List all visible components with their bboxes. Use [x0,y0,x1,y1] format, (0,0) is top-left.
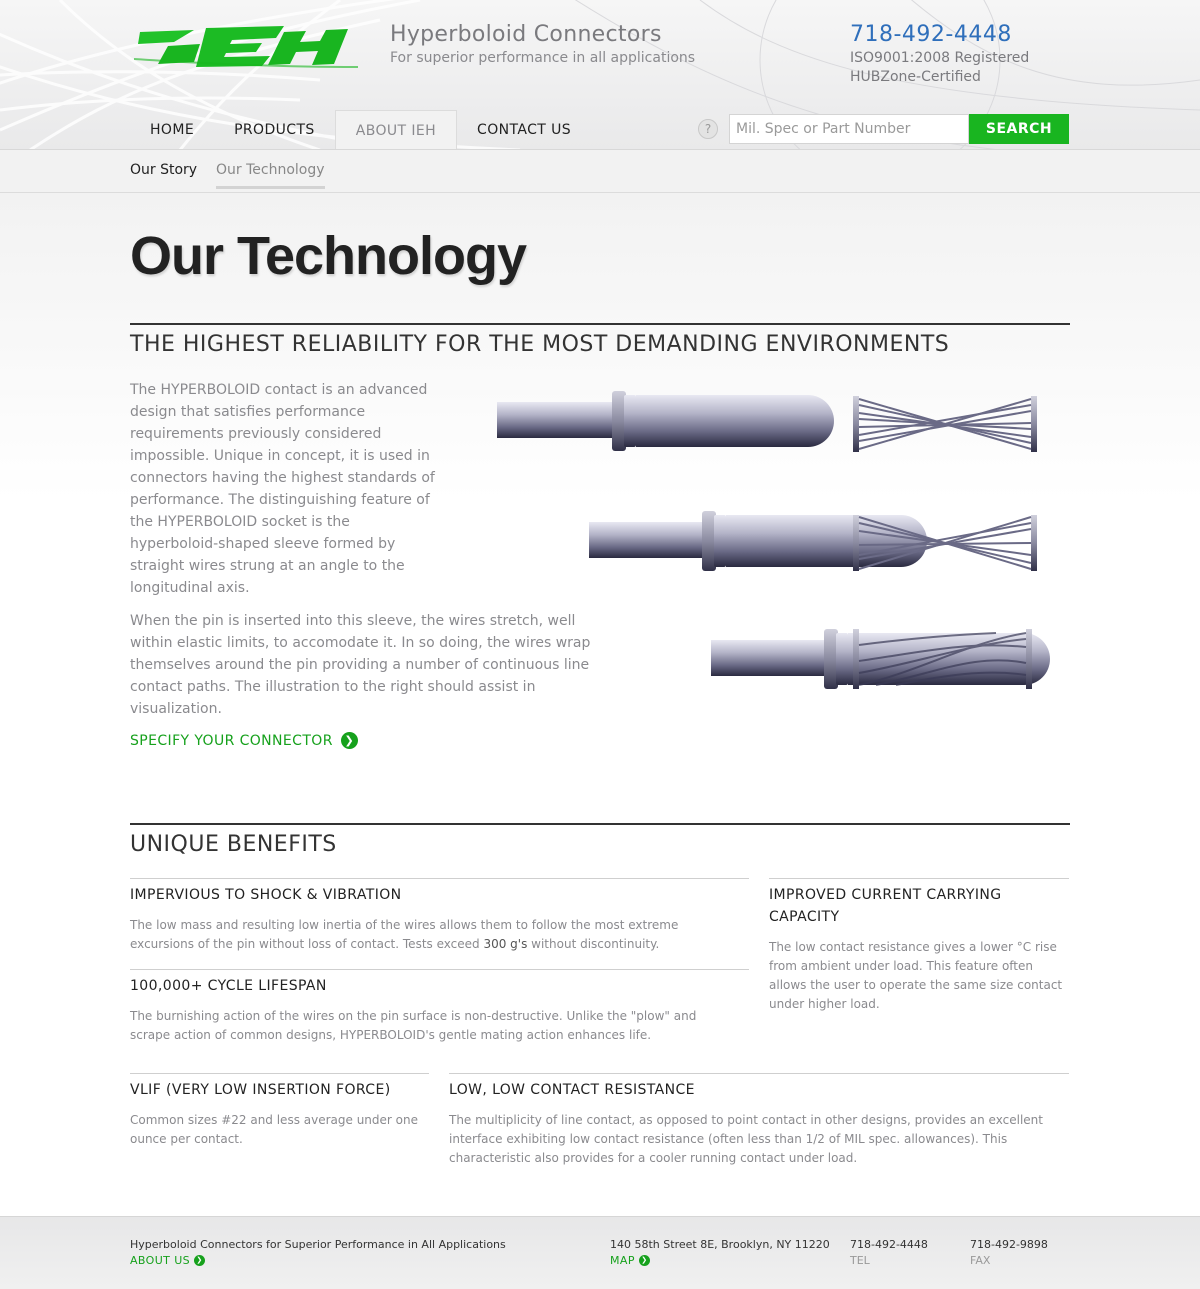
footer-tel-label: TEL [850,1254,870,1267]
footer-fax-number: 718-492-9898 [970,1238,1048,1251]
nav-about-ieh[interactable]: ABOUT IEH [334,110,458,149]
benefit-title-lifespan: 100,000+ CYCLE LIFESPAN [130,978,327,994]
benefit-divider [130,1073,429,1074]
section-divider [130,823,1070,825]
chevron-right-circle-icon: ❯ [340,732,358,749]
benefit-text-current: The low contact resistance gives a lower… [769,940,1063,1011]
header-phone[interactable]: 718-492-4448 [850,22,1012,47]
section-heading-benefits: UNIQUE BENEFITS [130,832,337,857]
benefit-divider [449,1073,1069,1074]
nav-home[interactable]: HOME [130,110,214,149]
subnav-our-story[interactable]: Our Story [130,162,197,178]
sleeve-illustration-1 [853,396,1037,452]
benefit-text-vlif: Common sizes #22 and less average under … [130,1113,418,1146]
benefit-title-resistance: LOW, LOW CONTACT RESISTANCE [449,1082,695,1098]
benefit-text-shock: The low mass and resulting low inertia o… [130,918,679,951]
benefit-title-vlif: VLIF (VERY LOW INSERTION FORCE) [130,1082,391,1098]
footer-map-label: MAP [610,1254,635,1267]
header-subtitle: For superior performance in all applicat… [390,50,696,66]
hyperboloid-contact-illustration [497,391,1050,689]
footer-map-link[interactable]: MAP ❯ [610,1254,650,1267]
ieh-logo[interactable] [134,24,358,68]
pin-illustration-3 [711,629,1050,689]
hubzone-certification: HUBZone-Certified [850,69,981,85]
benefit-text-lifespan: The burnishing action of the wires on th… [130,1009,697,1042]
site-footer: Hyperboloid Connectors for Superior Perf… [0,1216,1200,1289]
pin-illustration-2 [589,511,927,571]
benefit-title-current: IMPROVED CURRENT CARRYING CAPACITY [769,887,1002,925]
main-content: Our Technology THE HIGHEST RELIABILITY F… [0,193,1200,1216]
specify-connector-label: SPECIFY YOUR CONNECTOR [130,732,333,749]
specify-connector-link[interactable]: SPECIFY YOUR CONNECTOR ❯ [130,732,358,749]
footer-address: 140 58th Street 8E, Brooklyn, NY 11220 [610,1238,830,1251]
search-button[interactable]: SEARCH [969,114,1069,144]
chevron-right-circle-icon: ❯ [638,1255,650,1266]
footer-about-label: ABOUT US [130,1254,191,1267]
intro-paragraph: The HYPERBOLOID contact is an advanced d… [130,382,435,596]
benefit-text-resistance: The multiplicity of line contact, as opp… [449,1113,1043,1165]
pin-illustration-1 [497,391,834,451]
subnav-our-technology[interactable]: Our Technology [216,162,325,189]
search-input[interactable] [729,114,969,144]
nav-products[interactable]: PRODUCTS [214,110,335,149]
page-title: Our Technology [130,226,527,286]
chevron-right-circle-icon: ❯ [194,1255,206,1266]
iso-certification: ISO9001:2008 Registered [850,50,1030,66]
benefit-divider [130,878,749,879]
footer-fax-label: FAX [970,1254,991,1267]
section-heading-reliability: THE HIGHEST RELIABILITY FOR THE MOST DEM… [130,332,950,357]
benefit-divider [769,878,1069,879]
header-title: Hyperboloid Connectors [390,22,662,47]
footer-tagline: Hyperboloid Connectors for Superior Perf… [130,1238,506,1251]
question-circle-icon[interactable]: ? [698,119,718,139]
footer-tel-number[interactable]: 718-492-4448 [850,1238,928,1251]
footer-about-link[interactable]: ABOUT US ❯ [130,1254,206,1267]
section-divider [130,323,1070,325]
benefit-divider [130,969,749,970]
sub-nav: Our Story Our Technology [0,150,1200,193]
nav-contact-us[interactable]: CONTACT US [457,110,591,149]
main-nav: HOME PRODUCTS ABOUT IEH CONTACT US [130,110,591,149]
benefit-title-shock: IMPERVIOUS TO SHOCK & VIBRATION [130,887,402,903]
site-header: Hyperboloid Connectors For superior perf… [0,0,1200,150]
